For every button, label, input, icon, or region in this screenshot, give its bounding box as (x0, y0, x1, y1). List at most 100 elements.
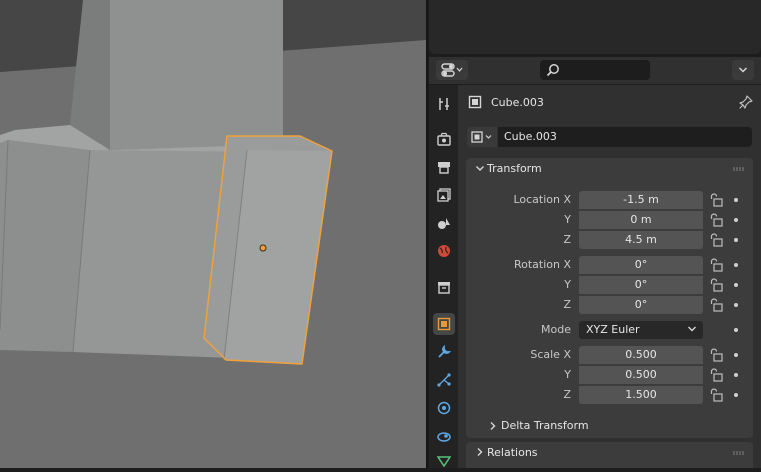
tab-render[interactable] (433, 128, 455, 150)
editor-type-button[interactable] (436, 60, 468, 80)
chevron-down-icon (476, 166, 484, 171)
object-origin (259, 244, 267, 252)
scale-x-field[interactable]: 0.500 (579, 346, 703, 364)
scale-x-label: Scale X (530, 348, 571, 361)
outliner-area[interactable] (429, 0, 761, 54)
modifier-icon (438, 345, 451, 358)
tab-particles[interactable] (433, 369, 455, 391)
tab-data[interactable] (433, 450, 455, 472)
rotation-y-field[interactable]: 0° (579, 276, 703, 294)
world-icon (438, 245, 450, 257)
rotation-x-label: Rotation X (513, 258, 571, 271)
search-icon (546, 64, 559, 77)
lock-icon[interactable] (709, 298, 723, 312)
particles-icon (437, 373, 451, 387)
rotation-z-label: Z (563, 298, 571, 311)
location-x-field[interactable]: -1.5 m (579, 191, 703, 209)
object-properties-panel: Cube.003 Cube.003 Transform Location X -… (458, 85, 761, 468)
object-browse-button[interactable] (467, 127, 497, 147)
properties-tab-bar (429, 85, 458, 468)
object-icon (471, 131, 492, 143)
location-x-label: Location X (513, 193, 571, 206)
animate-property-dot[interactable] (734, 283, 738, 287)
output-icon (438, 162, 450, 174)
data-icon (437, 456, 451, 468)
transform-title: Transform (487, 162, 542, 175)
rotation-mode-select[interactable]: XYZ Euler (579, 321, 703, 339)
scale-y-label: Y (564, 368, 571, 381)
properties-header (429, 57, 761, 84)
tab-collection[interactable] (433, 276, 455, 298)
physics-icon (437, 401, 451, 415)
lock-icon[interactable] (709, 213, 723, 227)
object-name-label: Cube.003 (491, 95, 544, 109)
rotation-mode-value: XYZ Euler (586, 323, 640, 336)
3d-viewport[interactable] (0, 0, 426, 468)
drag-grip-icon[interactable] (733, 451, 745, 455)
lock-icon[interactable] (709, 348, 723, 362)
lock-icon[interactable] (709, 258, 723, 272)
animate-property-dot[interactable] (734, 218, 738, 222)
location-y-label: Y (564, 213, 571, 226)
location-z-label: Z (563, 233, 571, 246)
tab-modifiers[interactable] (433, 341, 455, 363)
animate-property-dot[interactable] (734, 303, 738, 307)
relations-panel: Relations (466, 442, 753, 468)
constraints-icon (437, 432, 451, 442)
render-icon (437, 132, 451, 146)
delta-transform-title: Delta Transform (501, 419, 589, 432)
scale-y-field[interactable]: 0.500 (579, 366, 703, 384)
tab-object[interactable] (433, 313, 455, 335)
transform-panel-header[interactable]: Transform (466, 158, 753, 180)
properties-editor-icon (441, 63, 463, 77)
animate-property-dot[interactable] (734, 198, 738, 202)
viewport-scene (0, 0, 426, 468)
animate-property-dot[interactable] (734, 393, 738, 397)
relations-title: Relations (487, 446, 538, 459)
location-y-field[interactable]: 0 m (579, 211, 703, 229)
tab-world[interactable] (433, 240, 455, 262)
chevron-right-icon (490, 422, 496, 430)
object-icon (437, 317, 451, 331)
animate-property-dot[interactable] (734, 353, 738, 357)
rotation-mode-label: Mode (541, 323, 571, 336)
chevron-right-icon (477, 448, 483, 456)
view-layer-icon (437, 188, 451, 202)
context-breadcrumb: Cube.003 (468, 93, 544, 111)
lock-icon[interactable] (709, 193, 723, 207)
rotation-x-field[interactable]: 0° (579, 256, 703, 274)
relations-panel-header[interactable]: Relations (466, 442, 753, 464)
lock-icon[interactable] (709, 278, 723, 292)
collection-icon (438, 282, 450, 294)
drag-grip-icon[interactable] (733, 167, 745, 171)
search-input[interactable] (540, 60, 650, 80)
object-name-field[interactable]: Cube.003 (498, 127, 752, 147)
scale-z-label: Z (563, 388, 571, 401)
tab-physics[interactable] (433, 397, 455, 419)
animate-property-dot[interactable] (734, 373, 738, 377)
tab-constraints[interactable] (433, 425, 455, 447)
chevron-down-icon (688, 326, 696, 332)
tool-icon (439, 98, 449, 110)
transform-panel: Transform Location X -1.5 m Y 0 m Z 4.5 … (466, 158, 753, 438)
chevron-down-icon (738, 67, 748, 73)
options-dropdown-button[interactable] (732, 60, 754, 80)
location-z-field[interactable]: 4.5 m (579, 231, 703, 249)
delta-transform-header[interactable]: Delta Transform (466, 416, 753, 436)
area-divider[interactable] (426, 0, 428, 468)
lock-icon[interactable] (709, 368, 723, 382)
animate-property-dot[interactable] (734, 238, 738, 242)
animate-property-dot[interactable] (734, 328, 738, 332)
object-datablock-row: Cube.003 (467, 127, 752, 147)
rotation-z-field[interactable]: 0° (579, 296, 703, 314)
pin-icon[interactable] (739, 95, 753, 112)
rotation-y-label: Y (564, 278, 571, 291)
lock-icon[interactable] (709, 388, 723, 402)
lock-icon[interactable] (709, 233, 723, 247)
tab-tool[interactable] (433, 93, 455, 115)
tab-view-layer[interactable] (433, 184, 455, 206)
tab-output[interactable] (433, 156, 455, 178)
tab-scene[interactable] (433, 212, 455, 234)
scale-z-field[interactable]: 1.500 (579, 386, 703, 404)
animate-property-dot[interactable] (734, 263, 738, 267)
